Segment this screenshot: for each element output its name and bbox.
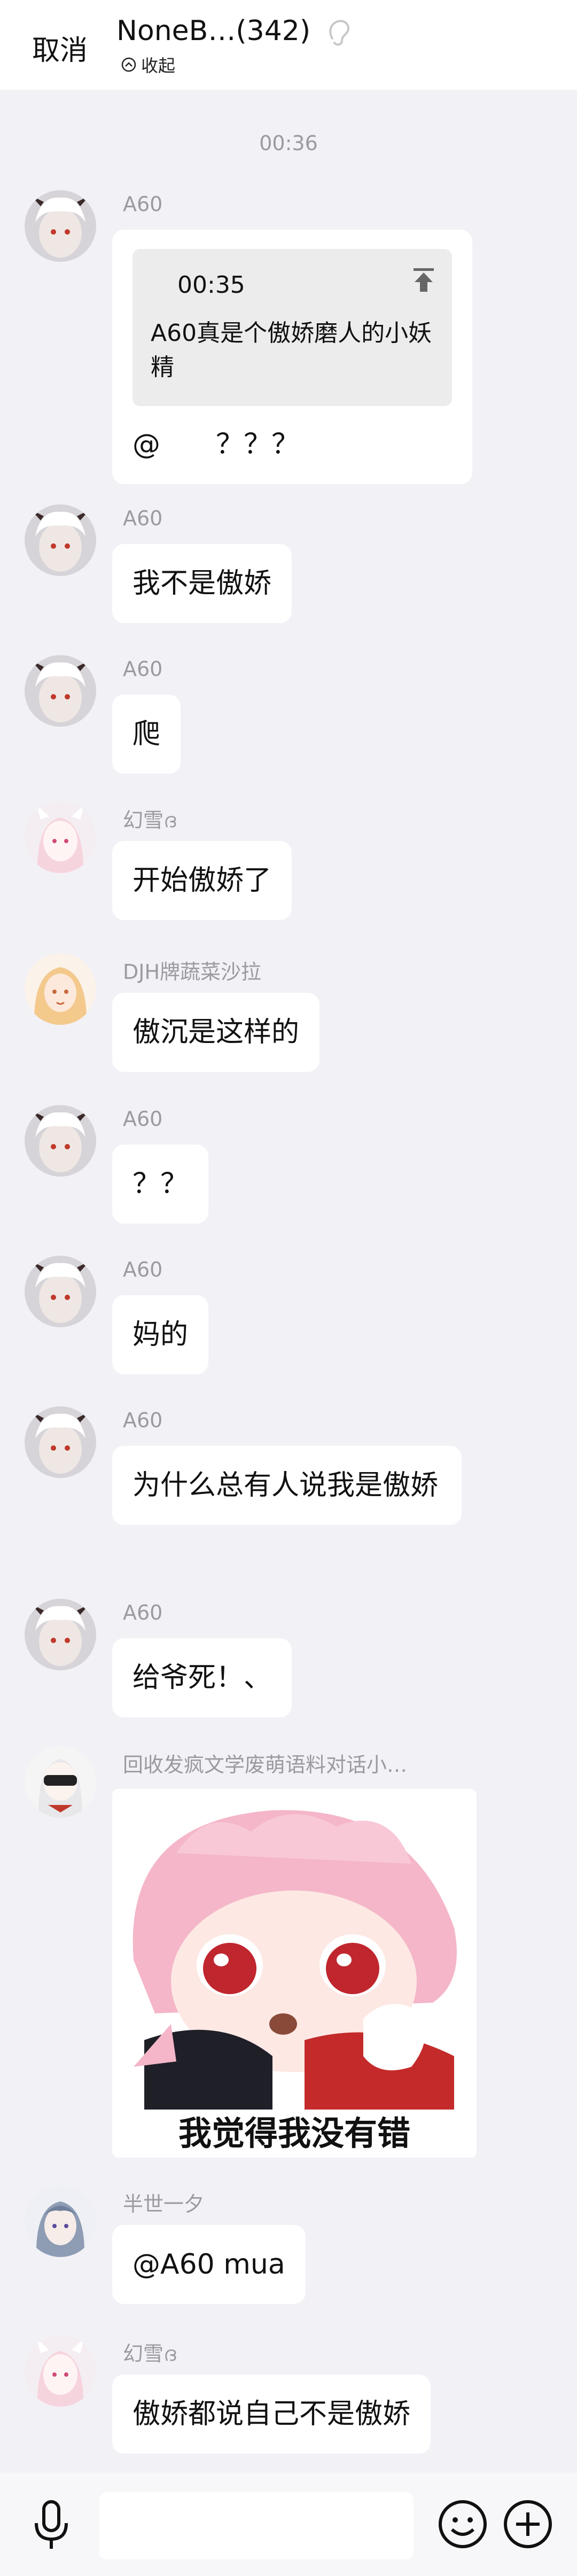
message-bubble[interactable]: 我不是傲娇 xyxy=(112,544,292,623)
message-bubble[interactable]: 开始傲娇了 xyxy=(112,841,292,920)
message-bubble[interactable]: ？？ xyxy=(112,1145,209,1224)
avatar[interactable] xyxy=(25,504,96,576)
avatar[interactable] xyxy=(25,655,96,727)
sender-name: 半世一夕 xyxy=(123,2192,205,2216)
avatar[interactable] xyxy=(25,1105,96,1177)
message-bubble[interactable]: 爬 xyxy=(112,695,181,774)
message-text: 开始傲娇了 xyxy=(132,865,272,897)
ear-icon[interactable] xyxy=(326,17,353,49)
plus-icon[interactable] xyxy=(502,2499,553,2550)
timestamp: 00:36 xyxy=(259,131,318,155)
message-text: 妈的 xyxy=(132,1319,189,1351)
message-text: @ ？？？ xyxy=(132,429,300,461)
message-text: ？？ xyxy=(132,1168,189,1200)
message-bubble[interactable]: 给爷死！、 xyxy=(112,1638,292,1717)
emoji-icon[interactable] xyxy=(437,2499,488,2550)
quote-text: A60真是个傲娇磨人的小妖精 xyxy=(151,320,432,381)
input-bar xyxy=(0,2473,577,2576)
sender-name: A60 xyxy=(123,1107,163,1131)
message-bubble[interactable]: 为什么总有人说我是傲娇 xyxy=(112,1446,462,1525)
collapse-label: 收起 xyxy=(141,56,176,76)
message-bubble[interactable]: 妈的 xyxy=(112,1295,209,1374)
sender-name: 幻雪ദ xyxy=(123,2342,176,2365)
sender-name: A60 xyxy=(123,1601,163,1624)
avatar[interactable] xyxy=(25,2335,96,2407)
quote-time: 00:35 xyxy=(177,271,245,299)
message-text: 为什么总有人说我是傲娇 xyxy=(132,1469,439,1501)
avatar[interactable] xyxy=(25,953,96,1025)
sticker-caption: 我觉得我没有错 xyxy=(112,2110,477,2158)
sender-name: A60 xyxy=(123,507,163,530)
avatar[interactable] xyxy=(25,1256,96,1327)
message-input[interactable] xyxy=(99,2492,414,2559)
message-bubble[interactable]: 00:35 A60真是个傲娇磨人的小妖精 @ ？？？ xyxy=(112,230,472,484)
avatar[interactable] xyxy=(25,1746,96,1818)
sender-name: A60 xyxy=(123,1258,163,1281)
sender-name: 回收发疯文学废萌语料对话小… xyxy=(123,1753,408,1777)
sender-name: DJH牌蔬菜沙拉 xyxy=(123,960,262,984)
group-title[interactable]: NoneB…(342) xyxy=(116,15,310,47)
quoted-message[interactable]: 00:35 A60真是个傲娇磨人的小妖精 xyxy=(132,249,452,406)
collapse-toggle[interactable]: 收起 xyxy=(121,52,175,77)
microphone-icon[interactable] xyxy=(30,2499,73,2552)
message-bubble[interactable]: 傲娇都说自己不是傲娇 xyxy=(112,2375,431,2454)
message-text: 傲娇都说自己不是傲娇 xyxy=(132,2398,411,2430)
message-bubble[interactable]: @A60 mua xyxy=(112,2225,306,2304)
message-text: 给爷死！、 xyxy=(132,1662,272,1694)
message-bubble[interactable]: 傲沉是这样的 xyxy=(112,993,320,1072)
sender-name: A60 xyxy=(123,1408,163,1432)
cancel-button[interactable]: 取消 xyxy=(32,28,88,68)
avatar[interactable] xyxy=(25,1406,96,1478)
sender-name: A60 xyxy=(123,192,163,216)
message-text: 傲沉是这样的 xyxy=(132,1016,300,1048)
collapse-icon xyxy=(121,57,136,72)
message-text: 爬 xyxy=(132,718,161,750)
avatar[interactable] xyxy=(25,190,96,262)
sticker-image[interactable]: 我觉得我没有错 xyxy=(112,1789,477,2158)
jump-to-quote-icon[interactable] xyxy=(412,267,435,293)
avatar[interactable] xyxy=(25,801,96,873)
sender-name: 幻雪ദ xyxy=(123,808,176,832)
avatar[interactable] xyxy=(25,1599,96,1670)
sender-name: A60 xyxy=(123,657,163,681)
avatar[interactable] xyxy=(25,2185,96,2257)
message-text: 我不是傲娇 xyxy=(132,567,272,600)
chat-header: 取消 NoneB…(342) 收起 xyxy=(0,0,577,90)
message-text: @A60 mua xyxy=(132,2248,285,2281)
